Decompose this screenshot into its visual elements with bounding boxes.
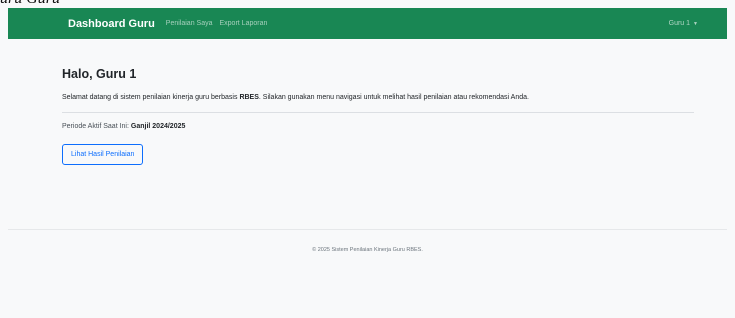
divider	[62, 112, 694, 113]
user-menu-dropdown[interactable]: Guru 1 ▼	[669, 8, 698, 39]
nav-link-penilaian-saya[interactable]: Penilaian Saya	[166, 20, 213, 27]
active-period-value: Ganjil 2024/2025	[130, 123, 186, 130]
navbar-brand[interactable]: Dashboard Guru	[68, 18, 155, 30]
user-menu-label: Guru 1	[668, 20, 691, 27]
page: uru Guru Dashboard Guru Penilaian Saya E…	[0, 0, 735, 318]
navbar: Dashboard Guru Penilaian Saya Export Lap…	[8, 8, 727, 39]
page-title: Halo, Guru 1	[62, 67, 137, 81]
caret-down-icon: ▼	[693, 20, 698, 27]
main-content: Halo, Guru 1 Selamat datang di sistem pe…	[62, 66, 694, 165]
welcome-text-suffix: . Silakan gunakan menu navigasi untuk me…	[258, 94, 529, 101]
active-period-label: Periode Aktif Saat Ini:	[62, 123, 129, 130]
footer-divider	[8, 229, 727, 230]
footer-copyright: © 2025 Sistem Penilaian Kinerja Guru RBE…	[312, 247, 423, 253]
nav-link-export-laporan[interactable]: Export Laporan	[220, 20, 268, 27]
active-period: Periode Aktif Saat Ini: Ganjil 2024/2025	[62, 122, 694, 131]
welcome-text: Selamat datang di sistem penilaian kiner…	[62, 93, 694, 102]
welcome-text-prefix: Selamat datang di sistem penilaian kiner…	[62, 94, 240, 101]
welcome-text-rbes: RBES	[239, 94, 259, 101]
view-results-button[interactable]: Lihat Hasil Penilaian	[62, 144, 144, 165]
clipped-heading-fragment: uru Guru	[0, 0, 60, 8]
